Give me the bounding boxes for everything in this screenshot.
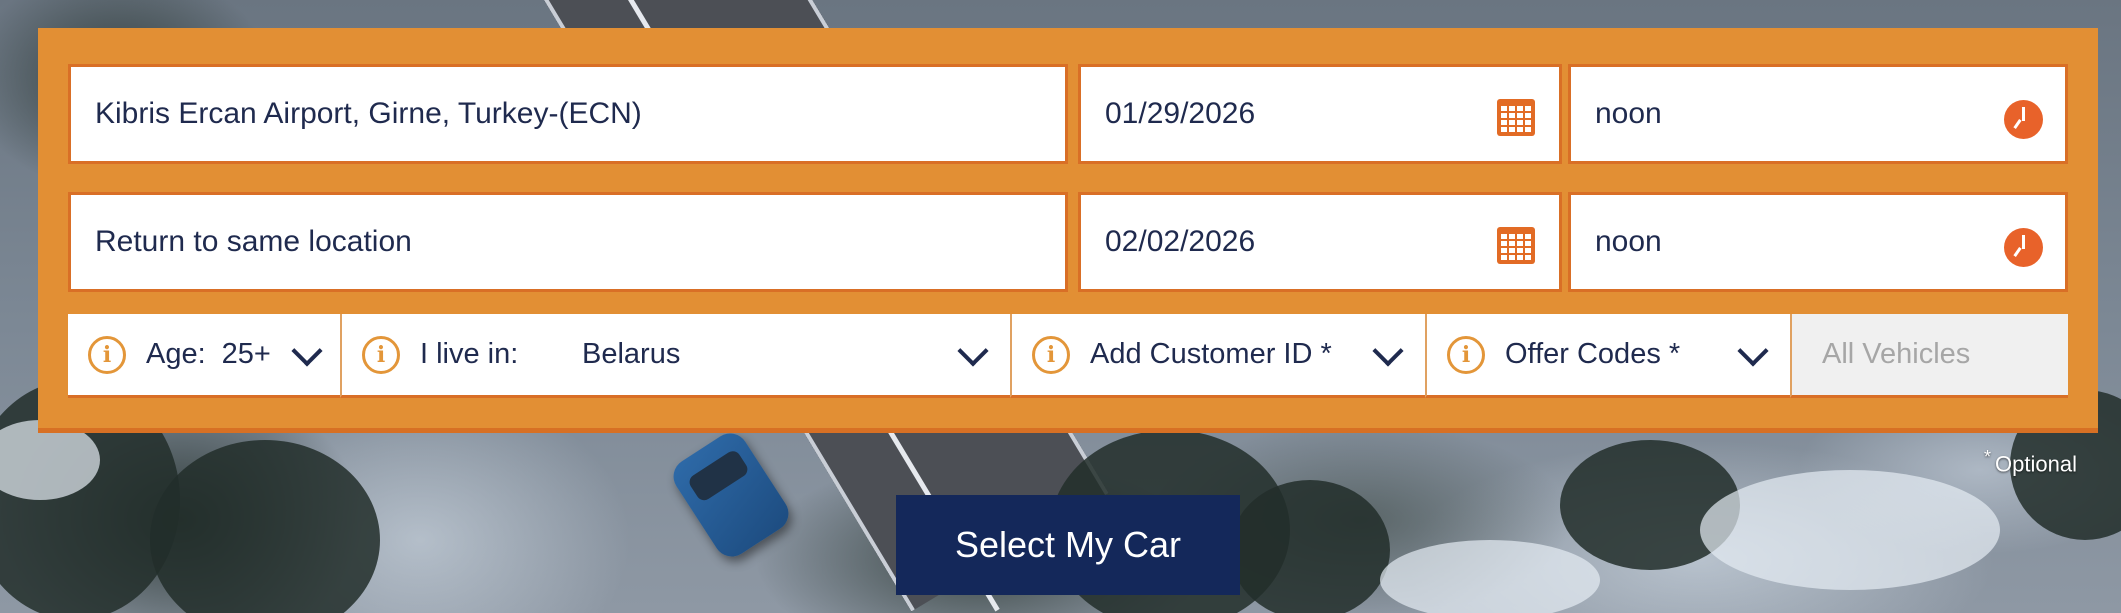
customer-id-label: Add Customer ID * [1090, 338, 1332, 370]
pickup-time-value: noon [1595, 97, 1662, 130]
offer-codes-dropdown[interactable]: i Offer Codes * [1425, 314, 1790, 398]
info-icon[interactable]: i [362, 335, 400, 374]
car-search-panel: Kibris Ercan Airport, Girne, Turkey-(ECN… [38, 28, 2098, 433]
vehicle-type-value: All Vehicles [1822, 338, 1971, 370]
car [666, 426, 796, 564]
clock-icon[interactable] [2004, 100, 2043, 139]
chevron-down-icon [957, 335, 989, 367]
footnote-text: Optional [1995, 451, 2077, 477]
age-value: 25+ [221, 338, 271, 370]
pickup-location-input[interactable]: Kibris Ercan Airport, Girne, Turkey-(ECN… [68, 64, 1068, 164]
tree [150, 440, 380, 613]
return-location-value: Return to same location [95, 225, 412, 258]
chevron-down-icon [1372, 335, 1404, 367]
pickup-time-input[interactable]: noon [1568, 64, 2068, 164]
info-icon[interactable]: i [1447, 335, 1485, 374]
return-location-input[interactable]: Return to same location [68, 192, 1068, 292]
calendar-icon[interactable] [1497, 227, 1535, 264]
calendar-icon[interactable] [1497, 99, 1535, 136]
return-time-input[interactable]: noon [1568, 192, 2068, 292]
age-label: Age: [146, 338, 206, 370]
clock-icon[interactable] [2004, 228, 2043, 267]
residence-label: I live in: [420, 338, 519, 370]
age-select[interactable]: i Age: 25+ [68, 314, 340, 398]
return-time-value: noon [1595, 225, 1662, 258]
footnote-marker: * [1984, 447, 1992, 467]
residence-select[interactable]: i I live in: Belarus [340, 314, 1010, 398]
info-icon[interactable]: i [1032, 335, 1070, 374]
return-date-input[interactable]: 02/02/2026 [1078, 192, 1562, 292]
snow-patch [1700, 470, 2000, 590]
pickup-location-value: Kibris Ercan Airport, Girne, Turkey-(ECN… [95, 97, 642, 130]
chevron-down-icon [1737, 335, 1769, 367]
customer-id-dropdown[interactable]: i Add Customer ID * [1010, 314, 1425, 398]
snow-patch [1380, 540, 1600, 613]
tree [1230, 480, 1390, 613]
offer-codes-label: Offer Codes * [1505, 338, 1681, 370]
optional-footnote: * Optional [1984, 447, 2077, 477]
pickup-date-value: 01/29/2026 [1105, 97, 1256, 130]
options-bar: i Age: 25+ i I live in: Belarus i Add Cu… [68, 314, 2068, 398]
pickup-date-input[interactable]: 01/29/2026 [1078, 64, 1562, 164]
vehicle-type-select[interactable]: All Vehicles [1790, 314, 2068, 398]
residence-value: Belarus [582, 338, 681, 370]
chevron-down-icon [291, 335, 323, 367]
return-date-value: 02/02/2026 [1105, 225, 1256, 258]
select-my-car-button[interactable]: Select My Car [896, 495, 1240, 595]
info-icon[interactable]: i [88, 335, 126, 374]
